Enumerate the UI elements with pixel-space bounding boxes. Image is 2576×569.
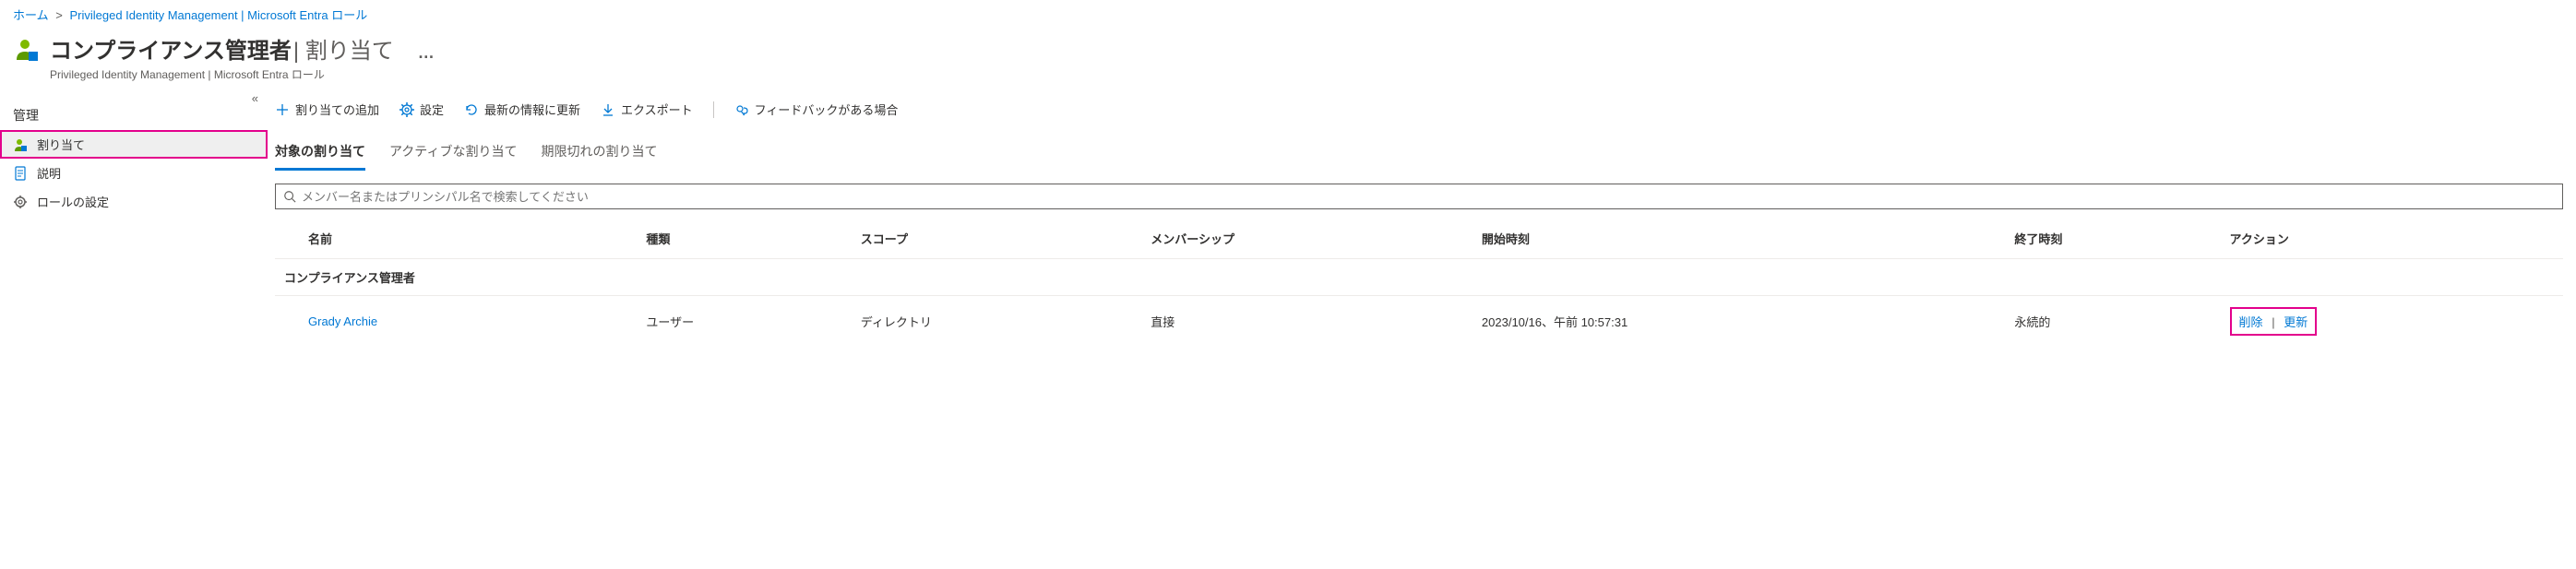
- refresh-icon: [464, 102, 479, 117]
- table-row: Grady Archie ユーザー ディレクトリ 直接 2023/10/16、午…: [275, 296, 2563, 348]
- role-icon: [13, 36, 41, 64]
- settings-button[interactable]: 設定: [400, 101, 444, 118]
- tab-expired[interactable]: 期限切れの割り当て: [541, 136, 657, 171]
- toolbar-separator: [713, 101, 714, 118]
- sidebar-item-assignments[interactable]: 割り当て: [0, 130, 268, 159]
- toolbar-label: エクスポート: [621, 101, 693, 118]
- page-subtitle: Privileged Identity Management | Microso…: [50, 66, 436, 82]
- document-icon: [13, 166, 28, 181]
- page-header: コンプライアンス管理者 | 割り当て … Privileged Identity…: [0, 29, 2576, 91]
- member-name-link[interactable]: Grady Archie: [308, 314, 377, 328]
- sidebar-item-label: 割り当て: [37, 136, 85, 153]
- remove-link[interactable]: 削除: [2239, 315, 2263, 329]
- more-actions-button[interactable]: …: [418, 43, 436, 63]
- toolbar-label: 割り当ての追加: [295, 101, 379, 118]
- toolbar: 割り当ての追加 設定 最新の情報に更新 エクスポート: [275, 91, 2563, 129]
- table-group-row: コンプライアンス管理者: [275, 259, 2563, 296]
- collapse-sidebar-button[interactable]: «: [252, 91, 258, 105]
- cell-type: ユーザー: [637, 296, 851, 348]
- sidebar-item-label: ロールの設定: [37, 193, 109, 210]
- col-scope[interactable]: スコープ: [852, 222, 1141, 259]
- plus-icon: [275, 102, 290, 117]
- feedback-icon: [734, 102, 749, 117]
- content-area: 割り当ての追加 設定 最新の情報に更新 エクスポート: [268, 91, 2576, 347]
- col-end[interactable]: 終了時刻: [2005, 222, 2220, 259]
- sidebar-item-label: 説明: [37, 164, 61, 182]
- page-title-section: | 割り当て: [293, 32, 394, 65]
- breadcrumb-home[interactable]: ホーム: [13, 8, 49, 22]
- toolbar-label: フィードバックがある場合: [755, 101, 899, 118]
- cell-scope: ディレクトリ: [852, 296, 1141, 348]
- toolbar-label: 最新の情報に更新: [484, 101, 580, 118]
- gear-icon: [13, 195, 28, 209]
- col-action: アクション: [2221, 222, 2563, 259]
- search-input[interactable]: [302, 190, 2555, 204]
- feedback-button[interactable]: フィードバックがある場合: [734, 101, 899, 118]
- add-assignment-button[interactable]: 割り当ての追加: [275, 101, 379, 118]
- tabs: 対象の割り当て アクティブな割り当て 期限切れの割り当て: [275, 136, 2563, 171]
- cell-end: 永続的: [2005, 296, 2220, 348]
- group-label: コンプライアンス管理者: [275, 259, 2563, 296]
- gear-icon: [400, 102, 414, 117]
- search-box[interactable]: [275, 184, 2563, 209]
- person-icon: [13, 137, 28, 152]
- tab-active[interactable]: アクティブな割り当て: [389, 136, 517, 171]
- col-type[interactable]: 種類: [637, 222, 851, 259]
- download-icon: [601, 102, 615, 117]
- sidebar-group-manage: 管理: [0, 97, 268, 130]
- col-name[interactable]: 名前: [275, 222, 637, 259]
- action-separator: |: [2272, 315, 2274, 329]
- sidebar: « 管理 割り当て 説明 ロールの設定: [0, 91, 268, 347]
- breadcrumb-pim-link[interactable]: Privileged Identity Management | Microso…: [69, 8, 367, 22]
- breadcrumb: ホーム > Privileged Identity Management | M…: [0, 0, 2576, 29]
- toolbar-label: 設定: [420, 101, 444, 118]
- chevron-right-icon: >: [55, 8, 63, 22]
- page-title: コンプライアンス管理者: [50, 32, 292, 65]
- col-membership[interactable]: メンバーシップ: [1141, 222, 1473, 259]
- refresh-button[interactable]: 最新の情報に更新: [464, 101, 580, 118]
- tab-eligible[interactable]: 対象の割り当て: [275, 136, 365, 171]
- cell-membership: 直接: [1141, 296, 1473, 348]
- update-link[interactable]: 更新: [2284, 315, 2308, 329]
- sidebar-item-role-settings[interactable]: ロールの設定: [0, 187, 268, 216]
- sidebar-item-description[interactable]: 説明: [0, 159, 268, 187]
- col-start[interactable]: 開始時刻: [1473, 222, 2005, 259]
- action-highlight: 削除 | 更新: [2230, 307, 2318, 336]
- export-button[interactable]: エクスポート: [601, 101, 693, 118]
- assignments-table: 名前 種類 スコープ メンバーシップ 開始時刻 終了時刻 アクション コンプライ…: [275, 222, 2563, 347]
- search-icon: [283, 190, 296, 203]
- cell-start: 2023/10/16、午前 10:57:31: [1473, 296, 2005, 348]
